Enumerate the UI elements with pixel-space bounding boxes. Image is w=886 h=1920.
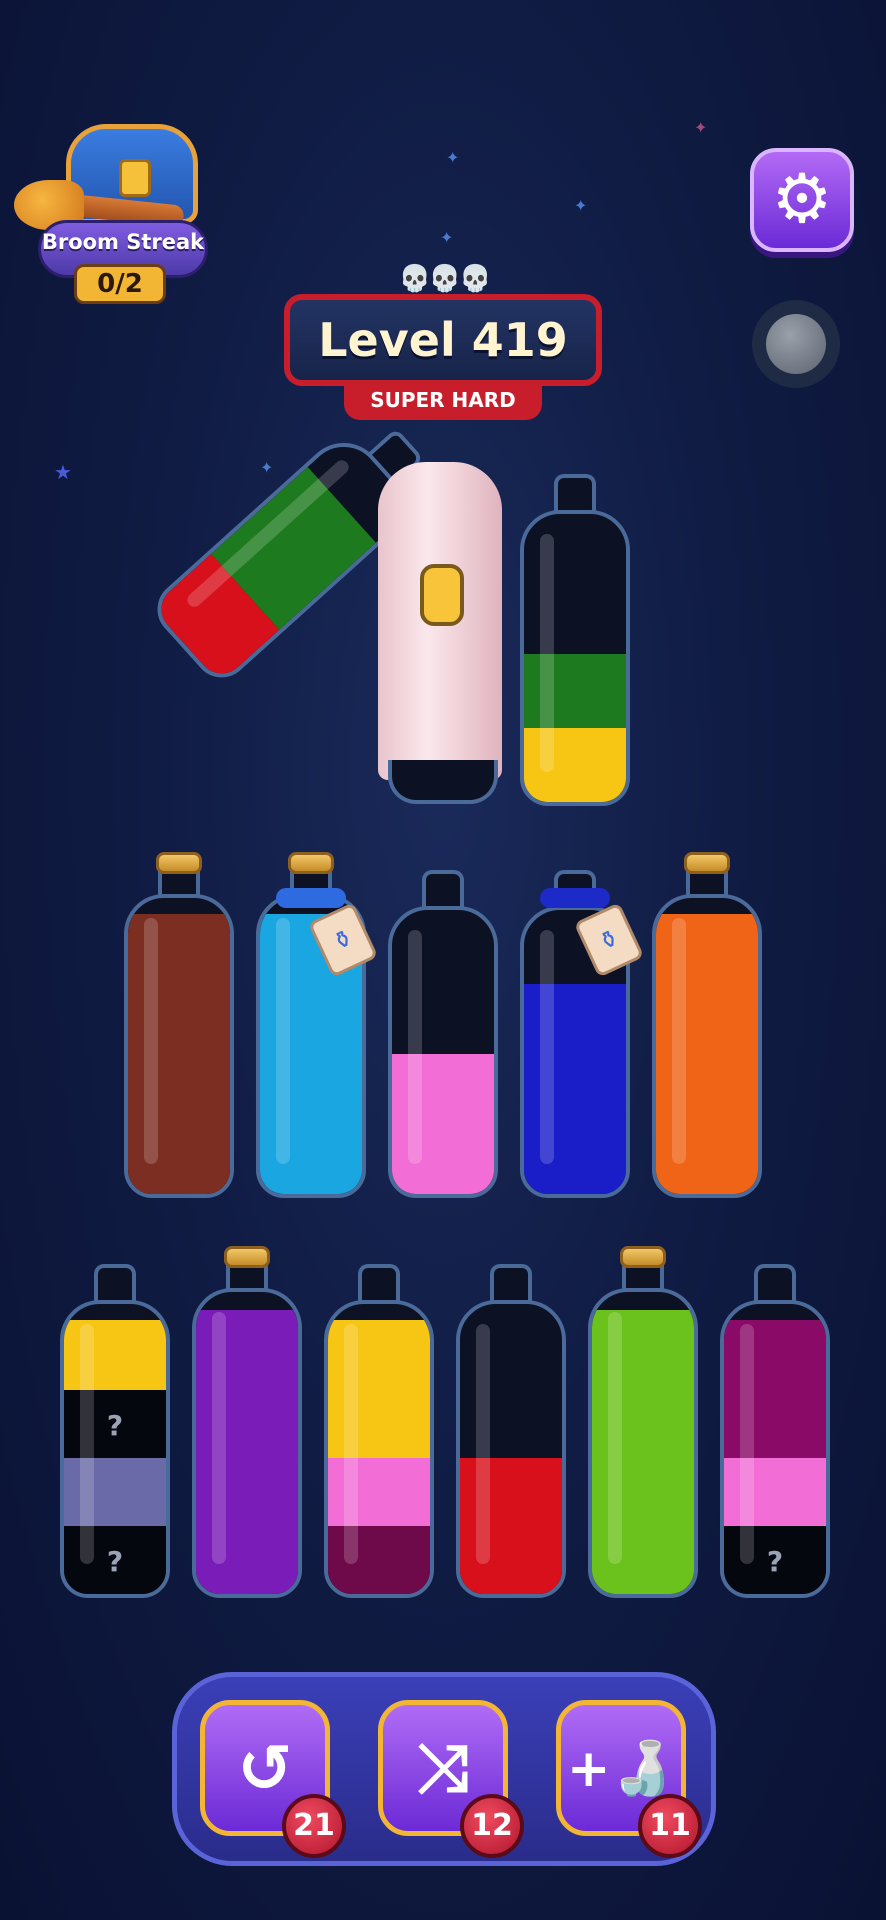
cork-icon: [224, 1246, 270, 1268]
bottle[interactable]: [124, 852, 234, 1198]
broom-streak-label: Broom Streak: [41, 230, 205, 254]
covered-bottle-base: [388, 760, 498, 804]
undo-count-badge: 21: [282, 1794, 346, 1858]
broom-streak-widget[interactable]: Broom Streak 0/2: [14, 118, 208, 304]
star-icon: ✦: [574, 196, 588, 215]
bottle[interactable]: [652, 852, 762, 1198]
rope-icon: [540, 888, 610, 908]
cork-icon: [684, 852, 730, 874]
record-icon: [766, 314, 826, 374]
shuffle-icon: ⤨: [416, 1728, 470, 1806]
cork-icon: [156, 852, 202, 874]
star-icon: ✦: [260, 458, 274, 477]
add-bottle-count-badge: 11: [638, 1794, 702, 1858]
star-icon: ✦: [694, 118, 708, 137]
bottle[interactable]: [588, 1246, 698, 1598]
bottle[interactable]: [388, 870, 498, 1198]
bottle-top-right[interactable]: [520, 474, 630, 808]
bottle[interactable]: [456, 1264, 566, 1598]
add-bottle-icon: +🍶: [566, 1738, 676, 1799]
cork-icon: [288, 852, 334, 874]
mini-bottle-icon: [420, 564, 464, 626]
settings-button[interactable]: ⚙: [750, 148, 854, 252]
star-icon: ✦: [440, 228, 454, 247]
shuffle-count-badge: 12: [460, 1794, 524, 1858]
bottle[interactable]: ?: [720, 1264, 830, 1598]
level-banner: Level 419: [284, 294, 602, 386]
broom-streak-count: 0/2: [74, 264, 166, 304]
bottle[interactable]: [192, 1246, 302, 1598]
record-button[interactable]: [752, 300, 840, 388]
level-title: Level 419: [318, 313, 568, 367]
bottle[interactable]: [324, 1264, 434, 1598]
star-icon: ★: [54, 460, 72, 484]
undo-icon: ↺: [237, 1729, 293, 1807]
cork-icon: [620, 1246, 666, 1268]
covered-bottle: [378, 462, 502, 780]
bottle[interactable]: ? ?: [60, 1264, 170, 1598]
skull-icon: 💀💀💀: [398, 264, 491, 294]
gear-icon: ⚙: [771, 160, 833, 239]
star-icon: ✦: [446, 148, 460, 167]
rope-icon: [276, 888, 346, 908]
